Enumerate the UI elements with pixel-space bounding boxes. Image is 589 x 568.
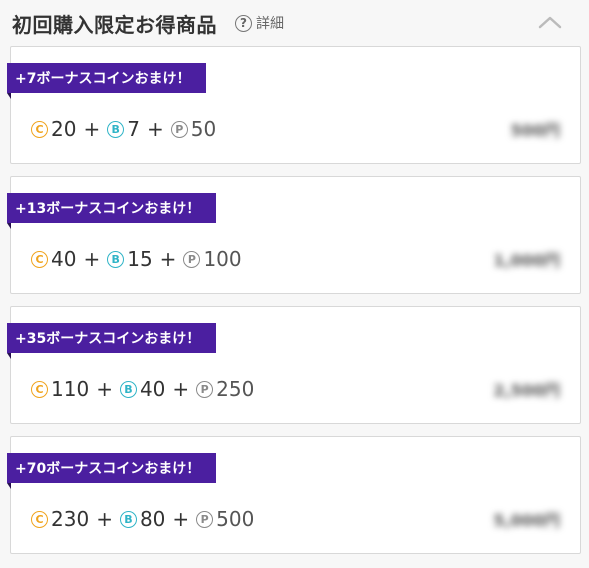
coin-breakdown: C 20 + B 7 + P 50 <box>31 117 216 141</box>
coin-p-icon: P <box>183 250 201 268</box>
coin-c-amount: 110 <box>51 377 90 401</box>
coin-c-icon: C <box>31 120 48 138</box>
coin-p-amount: 500 <box>216 507 255 531</box>
coin-c-icon: C <box>31 380 48 398</box>
price-label: 2,500円 <box>493 381 560 400</box>
coin-p-icon: P <box>170 120 188 138</box>
details-link[interactable]: ? 詳細 <box>235 13 284 33</box>
coin-c-icon: C <box>31 250 48 268</box>
coin-b-amount: 15 <box>127 247 153 271</box>
coin-b-amount: 80 <box>139 507 166 531</box>
coin-b-icon: B <box>119 510 137 528</box>
coin-p-amount: 50 <box>190 117 217 141</box>
plus-sign: + <box>146 117 164 141</box>
coin-c-icon: C <box>31 510 48 528</box>
coin-b-icon: B <box>119 380 137 398</box>
coin-p-amount: 100 <box>203 247 242 271</box>
coin-c-amount: 20 <box>51 117 77 141</box>
plus-sign: + <box>96 377 113 401</box>
details-label: 詳細 <box>256 16 284 32</box>
price-label: 1,000円 <box>493 251 560 270</box>
product-card[interactable]: +35ボーナスコインおまけ！ C 110 + B 40 + P 250 2,50… <box>7 306 581 424</box>
plus-sign: + <box>159 247 177 271</box>
coin-p-amount: 250 <box>216 377 255 401</box>
section-title: 初回購入限定お得商品 <box>12 12 217 37</box>
plus-sign: + <box>96 507 113 531</box>
bonus-ribbon: +7ボーナスコインおまけ！ <box>7 63 207 99</box>
coin-b-amount: 7 <box>127 117 140 141</box>
coin-p-icon: P <box>196 380 214 398</box>
coin-breakdown: C 110 + B 40 + P 250 <box>31 377 254 401</box>
plus-sign: + <box>83 247 101 271</box>
product-card[interactable]: +13ボーナスコインおまけ！ C 40 + B 15 + P 100 1,000… <box>7 176 581 294</box>
collapse-button[interactable] <box>537 12 563 32</box>
coin-c-amount: 230 <box>51 507 90 531</box>
coin-breakdown: C 40 + B 15 + P 100 <box>31 247 242 271</box>
coin-c-amount: 40 <box>51 247 77 271</box>
product-card[interactable]: +70ボーナスコインおまけ！ C 230 + B 80 + P 500 5,00… <box>7 436 581 554</box>
price-label: 5,000円 <box>493 511 560 530</box>
plus-sign: + <box>172 377 190 401</box>
plus-sign: + <box>172 507 190 531</box>
coin-b-icon: B <box>107 250 125 268</box>
coin-breakdown: C 230 + B 80 + P 500 <box>31 507 254 531</box>
price-label: 500円 <box>510 121 560 140</box>
section-header: 初回購入限定お得商品 ? 詳細 <box>0 0 589 46</box>
bonus-ribbon: +35ボーナスコインおまけ！ <box>7 323 217 359</box>
help-icon: ? <box>235 14 252 32</box>
coin-b-icon: B <box>107 120 125 138</box>
bonus-ribbon: +70ボーナスコインおまけ！ <box>7 453 217 489</box>
coin-b-amount: 40 <box>139 377 166 401</box>
bonus-ribbon: +13ボーナスコインおまけ！ <box>7 193 217 229</box>
coin-p-icon: P <box>196 510 214 528</box>
product-card[interactable]: +7ボーナスコインおまけ！ C 20 + B 7 + P 50 500円 <box>7 46 581 164</box>
product-list: +7ボーナスコインおまけ！ C 20 + B 7 + P 50 500円 +13… <box>7 46 581 566</box>
plus-sign: + <box>83 117 101 141</box>
chevron-up-icon <box>538 16 562 29</box>
